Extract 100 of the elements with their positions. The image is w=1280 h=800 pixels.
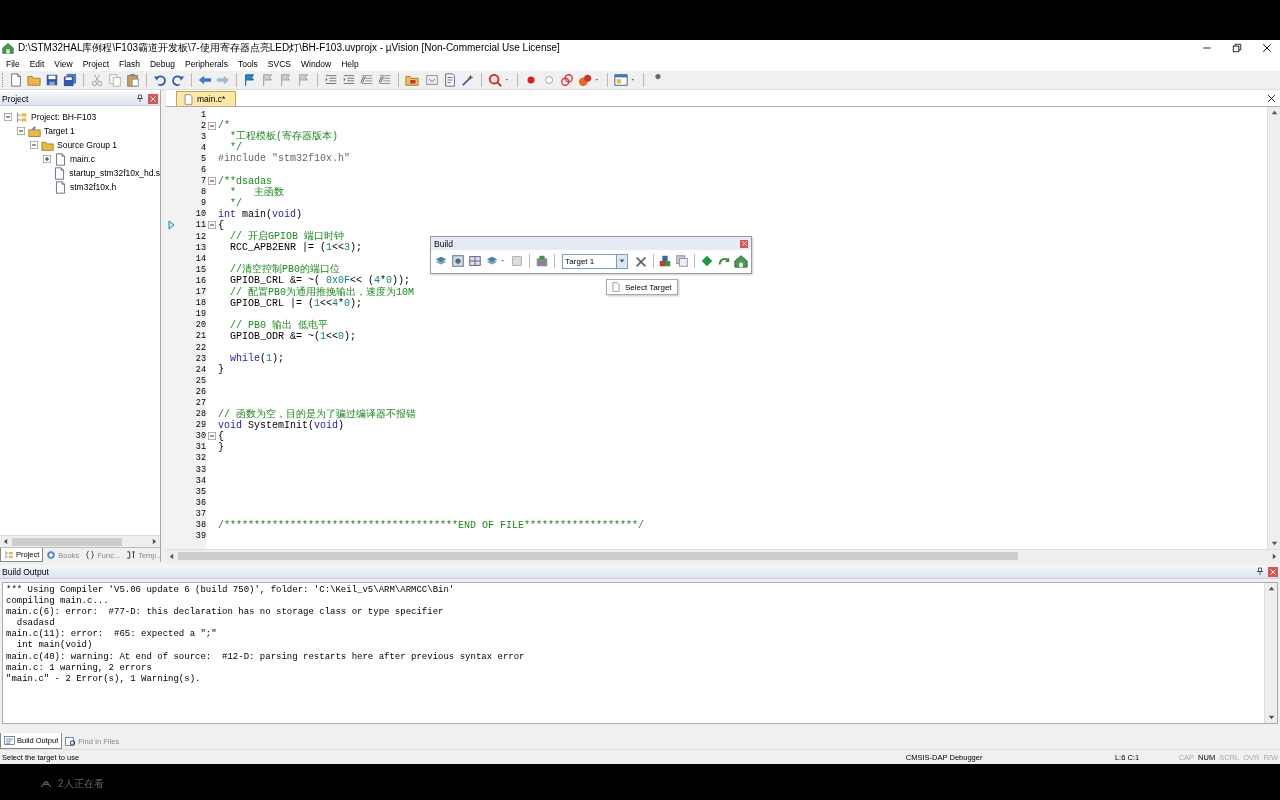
horizontal-scrollbar[interactable]	[0, 535, 160, 547]
collapse-icon[interactable]	[208, 121, 216, 130]
code-line: */	[229, 197, 242, 209]
line-number: 12	[194, 231, 206, 242]
vertical-scrollbar[interactable]	[1264, 583, 1277, 723]
line-number: 20	[194, 320, 206, 331]
search-icon[interactable]	[486, 72, 503, 88]
collapse-icon[interactable]	[4, 113, 12, 121]
collapse-icon[interactable]	[30, 141, 38, 149]
files-icon[interactable]	[674, 253, 691, 269]
pin-icon[interactable]	[1256, 567, 1264, 576]
menu-item[interactable]: Peripherals	[179, 58, 233, 69]
tooltip: Select Target	[606, 279, 678, 295]
panel-title: Project	[2, 93, 29, 104]
shapes-icon[interactable]	[576, 72, 593, 88]
close-button[interactable]	[1268, 566, 1278, 577]
menu-item[interactable]: Tools	[232, 58, 263, 69]
gear-icon[interactable]	[450, 253, 466, 269]
line-number: 28	[194, 409, 206, 420]
code-line: void SystemInit(void)	[218, 419, 345, 431]
code-line: // PB0 输出 低电平	[229, 319, 328, 331]
close-button[interactable]	[740, 239, 748, 248]
tree-item[interactable]: stm32f10x.h	[70, 182, 117, 192]
line-number: 34	[194, 475, 206, 486]
window-icon[interactable]	[612, 72, 629, 88]
line-number: 13	[194, 242, 206, 253]
close-icon[interactable]	[1262, 43, 1272, 53]
close-button[interactable]	[148, 93, 158, 104]
scroll-down-icon[interactable]	[617, 257, 626, 265]
menu-item[interactable]: Flash	[114, 58, 145, 69]
restore-icon[interactable]	[1232, 43, 1242, 53]
menu-item[interactable]: Debug	[144, 58, 180, 69]
code-line: }	[218, 441, 224, 453]
line-number: 25	[194, 375, 206, 386]
menu-item[interactable]: SVCS	[262, 58, 296, 69]
wand-icon[interactable]	[459, 72, 476, 88]
line-number: 17	[194, 287, 206, 298]
collapse-icon[interactable]	[208, 221, 216, 230]
close-icon[interactable]	[1267, 93, 1276, 103]
dropdown-icon[interactable]	[423, 72, 440, 88]
grid-icon[interactable]	[467, 253, 483, 269]
line-number: 37	[194, 508, 206, 519]
scroll-right-icon[interactable]	[1270, 551, 1279, 561]
tree-item[interactable]: startup_stm32f10x_hd.s	[69, 168, 160, 178]
tree-item[interactable]: Source Group 1	[57, 140, 117, 150]
line-number: 33	[194, 464, 206, 475]
code-line: *工程模板(寄存器版本)	[229, 131, 338, 143]
code-line: {	[218, 430, 224, 442]
collapse-icon[interactable]	[208, 432, 216, 441]
line-number: 39	[194, 531, 206, 542]
line-number: 18	[194, 298, 206, 309]
line-number: 24	[194, 364, 206, 375]
paste-icon[interactable]	[124, 72, 141, 88]
tree-item[interactable]: Target 1	[44, 126, 75, 136]
menu-item[interactable]: Edit	[24, 58, 50, 69]
file-tab[interactable]: main.c*	[176, 91, 237, 106]
expand-icon[interactable]	[43, 155, 51, 163]
house-icon[interactable]	[733, 253, 749, 269]
line-number: 14	[194, 253, 206, 264]
menu-item[interactable]: View	[49, 58, 78, 69]
horizontal-scrollbar[interactable]	[166, 549, 1280, 562]
collapse-icon[interactable]	[17, 127, 25, 135]
viewer-count: 2人正在看	[58, 777, 104, 791]
code-line: */	[230, 142, 242, 154]
scroll-down-icon[interactable]	[1266, 713, 1276, 722]
line-number: 36	[194, 497, 206, 508]
line-number: 23	[194, 353, 206, 364]
line-number: 2	[199, 120, 206, 131]
output-line: "main.c" - 2 Error(s), 1 Warning(s).	[6, 673, 202, 685]
redo-icon[interactable]	[169, 72, 186, 88]
code-line: int main(void)	[218, 208, 303, 220]
menu-item[interactable]: Project	[77, 58, 115, 69]
vertical-scrollbar[interactable]	[1267, 107, 1280, 549]
collapse-icon[interactable]	[208, 177, 216, 186]
line-number: 29	[194, 420, 206, 431]
scroll-up-icon[interactable]	[1266, 584, 1276, 593]
copy-icon[interactable]	[106, 72, 123, 88]
file-icon	[53, 166, 67, 180]
line-number: 26	[194, 386, 206, 397]
page-icon	[611, 282, 621, 292]
target-dropdown[interactable]: Target 1	[562, 253, 628, 269]
save-all-icon[interactable]	[61, 72, 78, 88]
menu-item[interactable]: Window	[295, 58, 337, 69]
menu-item[interactable]: Help	[336, 58, 364, 69]
menu-item[interactable]: File	[1, 58, 25, 69]
output-line: main.c(40): warning: At end of source: #12-D: parsing restarts here after previous syntax error	[6, 651, 526, 663]
book-icon	[46, 550, 57, 560]
line-number: 11	[194, 220, 206, 231]
chain-icon[interactable]	[558, 72, 575, 88]
line-number: 4	[199, 142, 206, 153]
tree-item[interactable]: main.c	[70, 154, 96, 164]
line-number: 35	[194, 486, 206, 497]
viewer-icon	[40, 778, 52, 790]
tree-item[interactable]: Project: BH-F103	[31, 112, 97, 122]
tree-icon	[4, 549, 14, 560]
line-number: 31	[194, 442, 206, 453]
pin-icon[interactable]	[136, 94, 144, 103]
diamond-icon[interactable]	[699, 253, 715, 269]
line-number: 27	[194, 398, 206, 408]
line-number: 8	[199, 187, 206, 198]
